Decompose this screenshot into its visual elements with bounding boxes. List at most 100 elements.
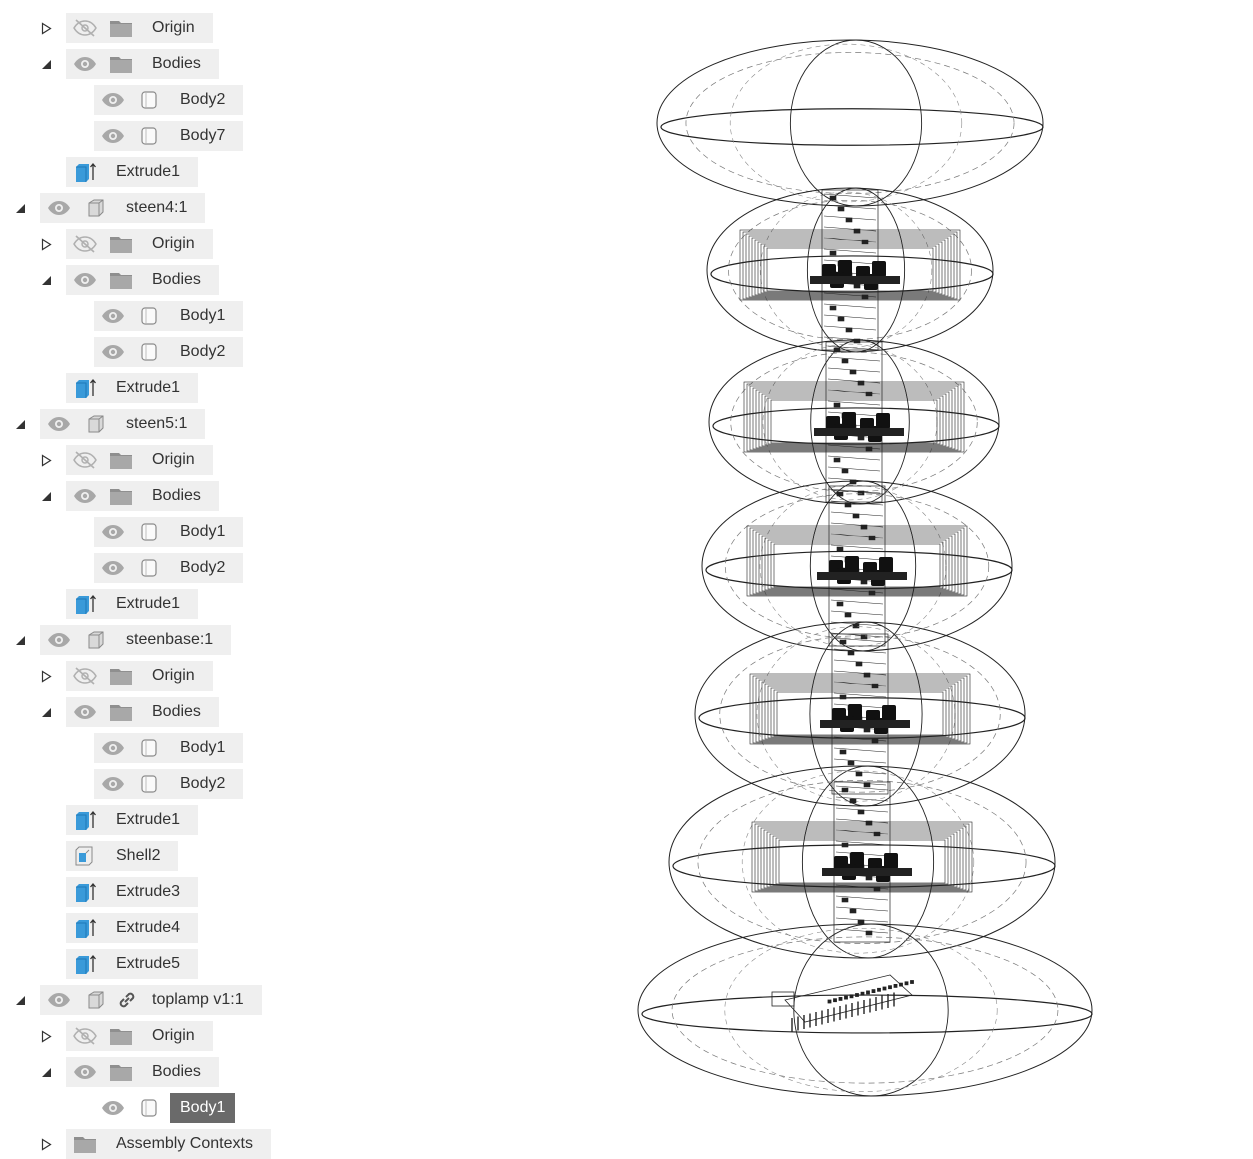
eye-icon[interactable] — [72, 1062, 98, 1082]
expand-arrow-icon[interactable] — [40, 705, 53, 719]
collapse-arrow-icon[interactable] — [40, 1137, 53, 1151]
eye-icon[interactable] — [100, 774, 126, 794]
tree-item-chip[interactable]: steen4:1 — [40, 193, 205, 223]
tree-item-chip[interactable]: Body2 — [94, 769, 243, 799]
tree-row[interactable]: Body2 — [0, 337, 560, 367]
expand-arrow-icon[interactable] — [14, 633, 27, 647]
tree-item-chip[interactable]: Extrude1 — [66, 589, 198, 619]
eye-hidden-icon[interactable] — [72, 18, 98, 38]
tree-item-chip[interactable]: Body2 — [94, 337, 243, 367]
tree-row[interactable]: Extrude4 — [0, 913, 560, 943]
tree-row[interactable]: Body1 — [0, 301, 560, 331]
eye-icon[interactable] — [100, 558, 126, 578]
tree-item-chip[interactable]: Bodies — [66, 265, 219, 295]
tree-item-chip[interactable]: Origin — [66, 1021, 213, 1051]
tree-row[interactable]: Body1 — [0, 733, 560, 763]
eye-icon[interactable] — [100, 522, 126, 542]
tree-row[interactable]: Body2 — [0, 553, 560, 583]
eye-hidden-icon[interactable] — [72, 666, 98, 686]
expand-arrow-icon[interactable] — [14, 417, 27, 431]
eye-hidden-icon[interactable] — [72, 234, 98, 254]
expand-arrow-icon[interactable] — [40, 489, 53, 503]
collapse-arrow-icon[interactable] — [40, 237, 53, 251]
eye-hidden-icon[interactable] — [72, 450, 98, 470]
tree-row[interactable]: Extrude1 — [0, 157, 560, 187]
tree-row[interactable]: Origin — [0, 661, 560, 691]
eye-icon[interactable] — [100, 342, 126, 362]
tree-row[interactable]: Body7 — [0, 121, 560, 151]
tree-item-chip[interactable]: Origin — [66, 13, 213, 43]
eye-icon[interactable] — [72, 54, 98, 74]
tree-item-chip[interactable]: Origin — [66, 445, 213, 475]
tree-row[interactable]: Body2 — [0, 769, 560, 799]
expand-arrow-icon[interactable] — [40, 57, 53, 71]
tree-row[interactable]: Extrude5 — [0, 949, 560, 979]
tree-row[interactable]: steenbase:1 — [0, 625, 560, 655]
tree-row[interactable]: Bodies — [0, 697, 560, 727]
expand-arrow-icon[interactable] — [40, 273, 53, 287]
tree-item-chip[interactable]: Origin — [66, 229, 213, 259]
tree-row[interactable]: steen5:1 — [0, 409, 560, 439]
tree-row[interactable]: Origin — [0, 1021, 560, 1051]
tree-item-chip[interactable]: Extrude5 — [66, 949, 198, 979]
eye-icon[interactable] — [46, 414, 72, 434]
tree-item-chip[interactable]: Body1 — [94, 733, 243, 763]
tree-item-chip[interactable]: Extrude4 — [66, 913, 198, 943]
tree-row[interactable]: Assembly Contexts — [0, 1129, 560, 1159]
tree-item-chip[interactable]: Body2 — [94, 553, 243, 583]
tree-item-chip[interactable]: steen5:1 — [40, 409, 205, 439]
tree-item-chip[interactable]: Extrude1 — [66, 157, 198, 187]
tree-item-chip[interactable]: Extrude1 — [66, 373, 198, 403]
tree-row[interactable]: Bodies — [0, 481, 560, 511]
eye-icon[interactable] — [46, 630, 72, 650]
tree-row[interactable]: Bodies — [0, 1057, 560, 1087]
eye-icon[interactable] — [72, 486, 98, 506]
tree-row[interactable]: Body2 — [0, 85, 560, 115]
eye-icon[interactable] — [46, 990, 72, 1010]
tree-item-chip[interactable]: Body1 — [94, 301, 243, 331]
tree-item-chip[interactable]: Bodies — [66, 481, 219, 511]
collapse-arrow-icon[interactable] — [40, 21, 53, 35]
tree-item-chip[interactable]: Origin — [66, 661, 213, 691]
tree-row[interactable]: Extrude1 — [0, 373, 560, 403]
tree-item-chip[interactable]: Extrude1 — [66, 805, 198, 835]
tree-item-chip[interactable]: Assembly Contexts — [66, 1129, 271, 1159]
eye-icon[interactable] — [100, 1098, 126, 1118]
collapse-arrow-icon[interactable] — [40, 669, 53, 683]
tree-row[interactable]: Origin — [0, 13, 560, 43]
tree-item-chip[interactable]: toplamp v1:1 — [40, 985, 262, 1015]
tree-item-chip[interactable]: Shell2 — [66, 841, 178, 871]
3d-viewport[interactable] — [560, 0, 1253, 1148]
tree-item-chip[interactable]: steenbase:1 — [40, 625, 231, 655]
expand-arrow-icon[interactable] — [40, 1065, 53, 1079]
expand-arrow-icon[interactable] — [14, 993, 27, 1007]
tree-row[interactable]: steen4:1 — [0, 193, 560, 223]
tree-row[interactable]: Origin — [0, 229, 560, 259]
tree-row[interactable]: Body1 — [0, 517, 560, 547]
tree-row[interactable]: Body1 — [0, 1093, 560, 1123]
tree-item-chip[interactable]: Body2 — [94, 85, 243, 115]
collapse-arrow-icon[interactable] — [40, 1029, 53, 1043]
eye-hidden-icon[interactable] — [72, 1026, 98, 1046]
tree-item-chip[interactable]: Body1 — [94, 1093, 245, 1123]
tree-item-chip[interactable]: Body1 — [94, 517, 243, 547]
tree-item-chip[interactable]: Bodies — [66, 1057, 219, 1087]
collapse-arrow-icon[interactable] — [40, 453, 53, 467]
eye-icon[interactable] — [100, 90, 126, 110]
tree-row[interactable]: Bodies — [0, 49, 560, 79]
tree-item-chip[interactable]: Extrude3 — [66, 877, 198, 907]
eye-icon[interactable] — [46, 198, 72, 218]
tree-row[interactable]: Bodies — [0, 265, 560, 295]
eye-icon[interactable] — [100, 126, 126, 146]
lamp-assembly-model[interactable] — [560, 0, 1253, 1148]
expand-arrow-icon[interactable] — [14, 201, 27, 215]
eye-icon[interactable] — [72, 702, 98, 722]
tree-item-chip[interactable]: Bodies — [66, 697, 219, 727]
tree-item-chip[interactable]: Bodies — [66, 49, 219, 79]
eye-icon[interactable] — [100, 738, 126, 758]
tree-row[interactable]: Extrude1 — [0, 589, 560, 619]
tree-row[interactable]: Shell2 — [0, 841, 560, 871]
eye-icon[interactable] — [100, 306, 126, 326]
tree-row[interactable]: toplamp v1:1 — [0, 985, 560, 1015]
eye-icon[interactable] — [72, 270, 98, 290]
